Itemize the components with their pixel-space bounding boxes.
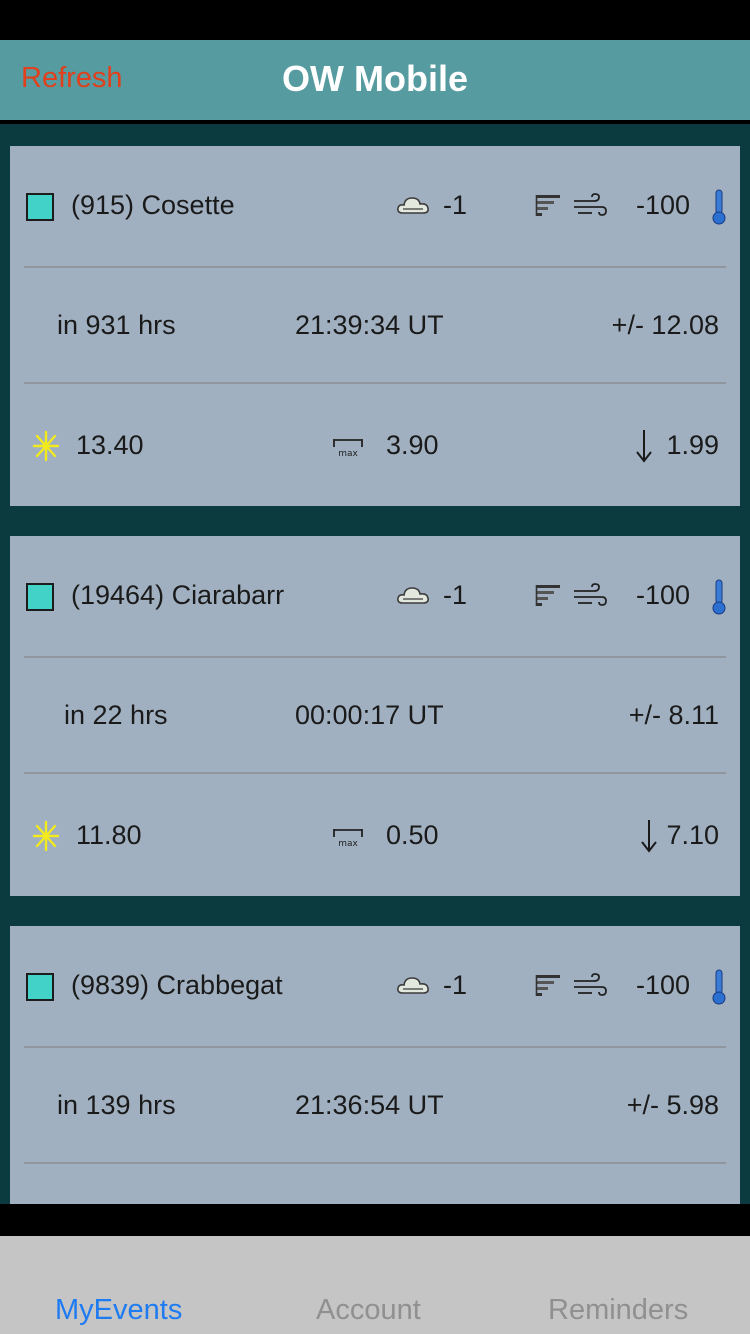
event-time-row: in 931 hrs 21:39:34 UT +/- 12.08 [10, 296, 740, 356]
magnitude-drop-value: 1.99 [666, 430, 719, 460]
tab-myevents[interactable]: MyEvents [55, 1294, 182, 1327]
thermometer-icon [712, 579, 726, 615]
svg-text:max: max [338, 839, 358, 848]
event-time-row: in 22 hrs 00:00:17 UT +/- 8.11 [10, 686, 740, 746]
event-card[interactable]: (19464) Ciarabarr -1 -100 in 22 hrs 00:0… [10, 536, 740, 896]
max-duration-value: 0.50 [386, 820, 439, 850]
max-duration-icon: max [333, 829, 363, 848]
event-in-hours: in 931 hrs [57, 310, 176, 340]
cloud-icon [397, 587, 429, 604]
star-magnitude: 13.40 [76, 430, 144, 460]
event-tolerance: +/- 5.98 [626, 1090, 719, 1120]
divider [24, 1162, 726, 1164]
event-time: 00:00:17 UT [295, 700, 444, 730]
cloud-icon [397, 977, 429, 994]
event-time-row: in 139 hrs 21:36:54 UT +/- 5.98 [10, 1076, 740, 1136]
cloud-value: -1 [443, 970, 468, 1000]
divider [24, 656, 726, 658]
event-name: (915) Cosette [71, 190, 235, 220]
event-in-hours: in 22 hrs [64, 700, 168, 730]
events-list[interactable]: (915) Cosette -1 -100 in 931 hrs 21:39:3… [0, 124, 750, 1204]
svg-text:max: max [338, 449, 358, 458]
event-name: (19464) Ciarabarr [71, 580, 285, 610]
divider [24, 772, 726, 774]
thermometer-icon [712, 189, 726, 225]
page-title: OW Mobile [282, 58, 468, 99]
event-header-row: (9839) Crabbegat -1 -100 [10, 956, 740, 1016]
max-duration-value: 3.90 [386, 430, 439, 460]
wind-icon [574, 973, 607, 996]
event-card[interactable]: (915) Cosette -1 -100 in 931 hrs 21:39:3… [10, 146, 740, 506]
tab-account[interactable]: Account [316, 1294, 421, 1327]
star-magnitude: 11.80 [76, 820, 142, 850]
event-checkbox[interactable] [26, 583, 54, 611]
event-time: 21:39:34 UT [295, 310, 444, 340]
temperature-value: -100 [636, 970, 691, 1000]
event-card[interactable]: (9839) Crabbegat -1 -100 in 139 hrs 21:3… [10, 926, 740, 1204]
divider [24, 1046, 726, 1048]
event-header-row: (19464) Ciarabarr -1 -100 [10, 566, 740, 626]
temperature-value: -100 [636, 190, 691, 220]
magnitude-drop-icon [641, 820, 657, 853]
event-stats-row: 13.40 max 3.90 1.99 [10, 416, 740, 476]
cloud-icon [397, 197, 429, 214]
signal-bars-icon [535, 195, 560, 216]
event-checkbox[interactable] [26, 193, 54, 221]
event-in-hours: in 139 hrs [57, 1090, 176, 1120]
wind-icon [574, 193, 607, 216]
tab-reminders[interactable]: Reminders [548, 1294, 688, 1327]
star-brightness-icon [32, 430, 60, 462]
divider [24, 382, 726, 384]
divider [24, 266, 726, 268]
bottom-spacer [0, 1204, 750, 1236]
temperature-value: -100 [636, 580, 691, 610]
event-time: 21:36:54 UT [295, 1090, 444, 1120]
magnitude-drop-icon [636, 430, 652, 463]
max-duration-icon: max [333, 439, 363, 458]
event-tolerance: +/- 8.11 [628, 700, 719, 730]
star-brightness-icon [32, 820, 60, 852]
thermometer-icon [712, 969, 726, 1005]
event-name: (9839) Crabbegat [71, 970, 283, 1000]
signal-bars-icon [535, 975, 560, 996]
event-stats-row: 11.80 max 0.50 7.10 [10, 806, 740, 866]
status-bar [0, 0, 750, 40]
event-checkbox[interactable] [26, 973, 54, 1001]
magnitude-drop-value: 7.10 [666, 820, 719, 850]
wind-icon [574, 583, 607, 606]
tab-bar: MyEvents Account Reminders [0, 1236, 750, 1334]
cloud-value: -1 [443, 190, 468, 220]
cloud-value: -1 [443, 580, 468, 610]
event-header-row: (915) Cosette -1 -100 [10, 176, 740, 236]
nav-bar: Refresh OW Mobile [0, 40, 750, 120]
signal-bars-icon [535, 585, 560, 606]
event-tolerance: +/- 12.08 [611, 310, 719, 340]
